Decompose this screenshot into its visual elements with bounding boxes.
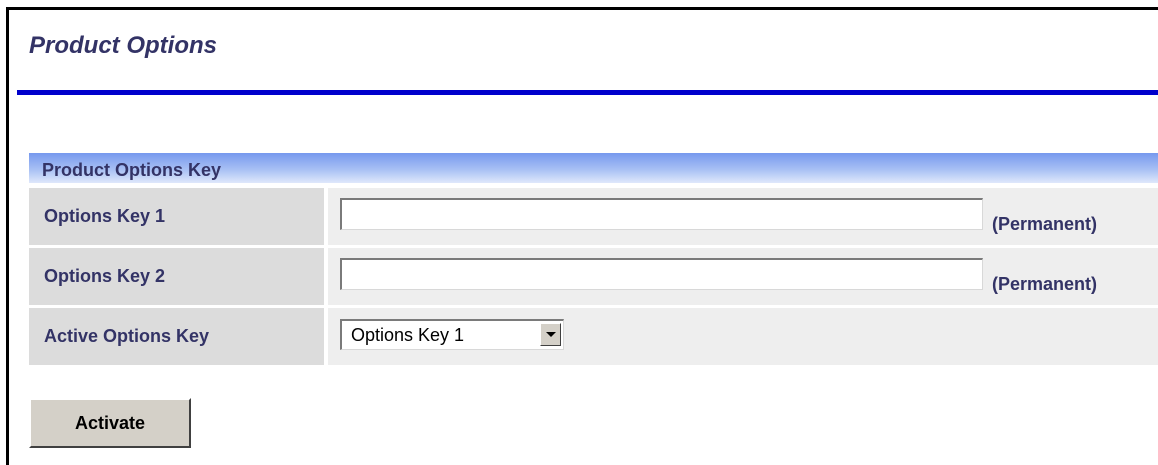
- page-title: Product Options: [29, 32, 217, 59]
- active-options-key-row: Active Options Key Options Key 1: [29, 308, 1158, 365]
- active-options-key-selected-value: Options Key 1: [351, 325, 465, 345]
- options-key-2-row: Options Key 2 (Permanent): [29, 248, 1158, 305]
- chevron-down-icon[interactable]: [540, 323, 561, 346]
- title-divider: [17, 90, 1158, 95]
- active-options-key-label-cell: Active Options Key: [29, 308, 324, 365]
- options-key-2-suffix: (Permanent): [992, 274, 1098, 294]
- options-key-2-label: Options Key 2: [44, 266, 166, 286]
- active-options-key-label: Active Options Key: [44, 326, 210, 346]
- active-options-key-select[interactable]: Options Key 1: [340, 319, 564, 350]
- options-key-2-label-cell: Options Key 2: [29, 248, 324, 305]
- section-header: Product Options Key: [29, 153, 1158, 183]
- options-key-1-label-cell: Options Key 1: [29, 188, 324, 245]
- activate-button[interactable]: Activate: [29, 398, 191, 448]
- options-key-2-input[interactable]: [340, 258, 983, 290]
- options-key-1-input[interactable]: [340, 198, 983, 230]
- section-header-label: Product Options Key: [42, 160, 222, 180]
- options-key-1-row: Options Key 1 (Permanent): [29, 188, 1158, 245]
- options-key-1-suffix: (Permanent): [992, 214, 1098, 234]
- page-frame: Product Options Product Options Key Opti…: [6, 7, 1158, 465]
- options-key-1-label: Options Key 1: [44, 206, 166, 226]
